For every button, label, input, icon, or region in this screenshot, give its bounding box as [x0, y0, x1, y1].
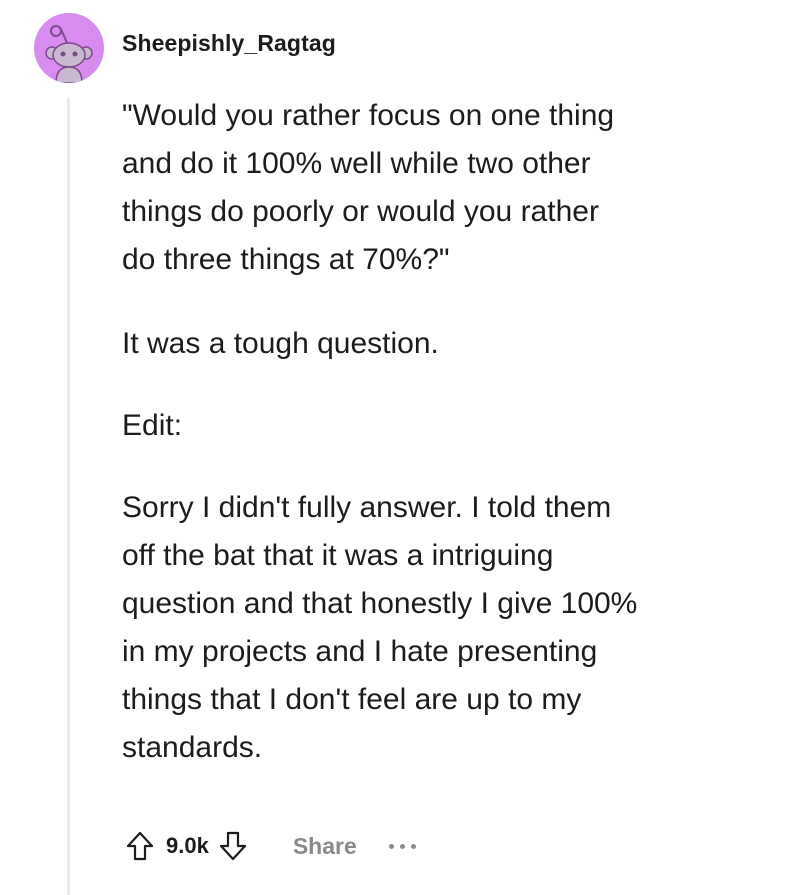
comment: Sheepishly_Ragtag "Would you rather focu… [0, 0, 800, 895]
downvote-arrow-icon [219, 831, 246, 861]
upvote-arrow-icon [126, 831, 154, 861]
comment-paragraph: "Would you rather focus on one thing and… [122, 99, 615, 276]
comment-paragraph: Sorry I didn't fully answer. I told them… [122, 491, 638, 764]
share-button[interactable]: Share [293, 833, 357, 860]
comment-body: "Would you rather focus on one thing and… [122, 92, 752, 772]
upvote-button[interactable] [120, 826, 160, 866]
comment-paragraph: It was a tough question. [122, 327, 439, 360]
snoo-avatar-icon [45, 25, 93, 83]
more-options-icon [388, 843, 394, 849]
vote-score: 9.0k [166, 833, 209, 858]
comment-author[interactable]: Sheepishly_Ragtag [122, 30, 336, 57]
comment-action-bar: 9.0k Share [120, 820, 416, 872]
thread-collapse-line[interactable] [67, 98, 70, 895]
avatar[interactable] [34, 13, 104, 83]
comment-paragraph: Edit: [122, 409, 183, 442]
more-options-icon-dot [410, 843, 416, 849]
downvote-button[interactable] [213, 826, 253, 866]
more-options-button[interactable] [388, 831, 416, 861]
more-options-icon-dot [399, 843, 405, 849]
